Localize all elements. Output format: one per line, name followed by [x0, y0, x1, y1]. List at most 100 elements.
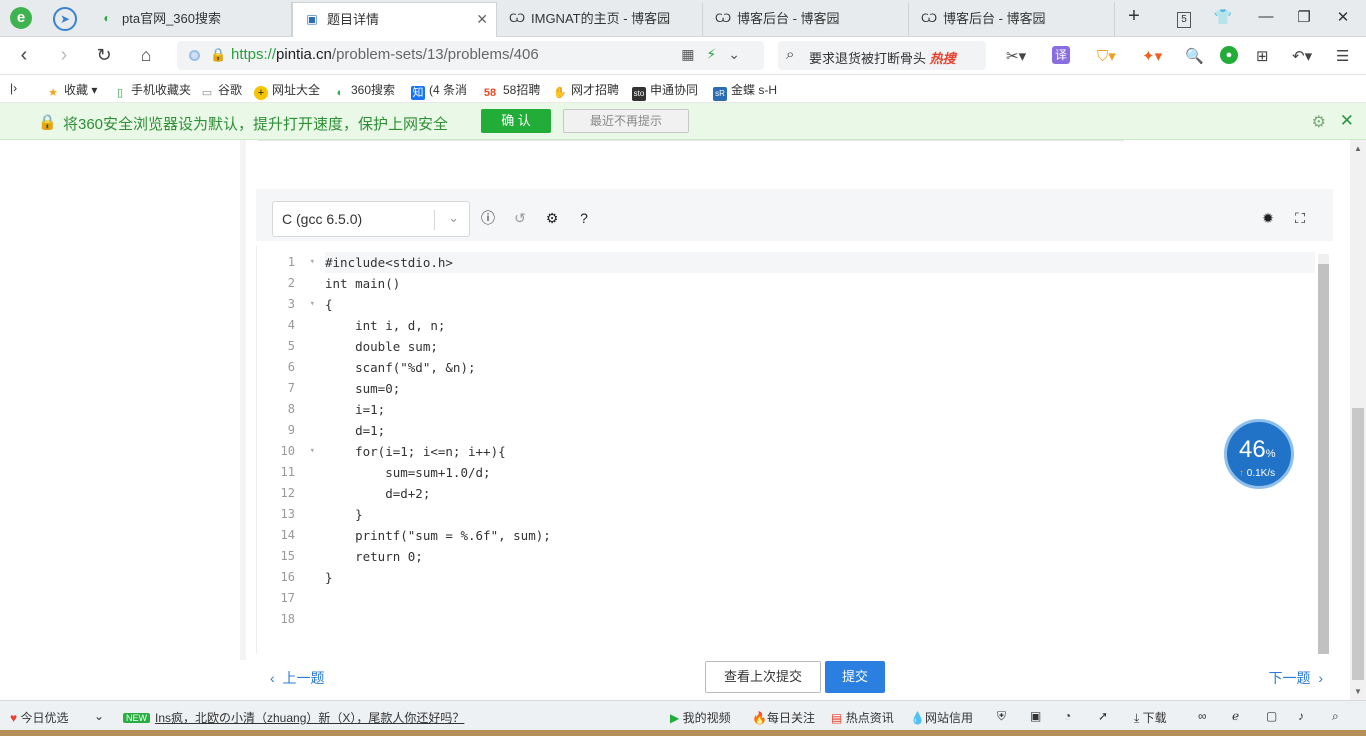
next-problem-link[interactable]: 下一题 ›: [1269, 668, 1323, 688]
qr-icon[interactable]: ▦: [681, 46, 706, 62]
search-input[interactable]: 要求退货被打断骨头: [809, 51, 926, 66]
navigation-icon[interactable]: ➤: [53, 7, 77, 31]
close-icon[interactable]: ✕: [476, 3, 488, 36]
menu-icon[interactable]: ☰: [1336, 47, 1349, 65]
gear-icon[interactable]: ⚙: [1312, 112, 1326, 132]
today-picks[interactable]: ♥ 今日优选: [10, 709, 68, 726]
window-icon[interactable]: ▢: [1266, 709, 1277, 723]
tab-imgnat-home[interactable]: Ѡ IMGNAT的主页 - 博客园: [497, 2, 703, 37]
code-line[interactable]: [325, 588, 1315, 609]
code-line[interactable]: #include<stdio.h>: [325, 252, 1315, 273]
code-line[interactable]: for(i=1; i<=n; i++){: [325, 441, 1315, 462]
rocket-icon[interactable]: ➚: [1098, 709, 1108, 723]
new-tab-icon[interactable]: +: [1122, 5, 1146, 28]
image-icon[interactable]: ▣: [1030, 709, 1041, 723]
debug-icon[interactable]: ✹: [1259, 209, 1277, 227]
minimize-icon[interactable]: —: [1254, 8, 1278, 25]
code-line[interactable]: scanf("%d", &n);: [325, 357, 1315, 378]
apps-grid-icon[interactable]: ⊞: [1256, 47, 1269, 65]
site-info-icon[interactable]: [189, 50, 200, 61]
code-line[interactable]: }: [325, 567, 1315, 588]
view-last-submission-button[interactable]: 查看上次提交: [705, 661, 821, 693]
home-icon[interactable]: ⌂: [134, 44, 158, 68]
settings-icon[interactable]: ⚙: [543, 209, 561, 227]
page-scrollbar[interactable]: ▲ ▼: [1350, 140, 1366, 700]
browser-ie-icon[interactable]: ℯ: [1232, 709, 1239, 723]
code-editor[interactable]: 1 ▾ 2 3 ▾ 4 5 6 7 8 9 10 ▾ 11 12 13 14 15 16 17 18 #include<…: [256, 246, 1333, 654]
fold-arrow-icon[interactable]: ▾: [310, 252, 315, 273]
history-icon[interactable]: ↺: [511, 209, 529, 227]
glasses-icon[interactable]: ∞: [1198, 709, 1207, 723]
wechat-icon[interactable]: ●: [1220, 46, 1238, 64]
code-line[interactable]: return 0;: [325, 546, 1315, 567]
site-credit[interactable]: 💧网站信用: [910, 709, 973, 726]
volume-icon[interactable]: ♪: [1298, 709, 1304, 723]
tab-blog-backend-1[interactable]: Ѡ 博客后台 - 博客园: [703, 2, 909, 37]
scroll-down-icon[interactable]: ▼: [1354, 687, 1362, 696]
address-bar[interactable]: 🔒 https://pintia.cn/problem-sets/13/prob…: [177, 41, 764, 70]
code-line[interactable]: i=1;: [325, 399, 1315, 420]
translate-icon[interactable]: 译: [1052, 46, 1070, 64]
bookmark-favorites[interactable]: ★ 收藏 ▾: [46, 81, 97, 100]
bookmark-wangcai[interactable]: ✋ 网才招聘: [553, 81, 619, 100]
code-line[interactable]: int i, d, n;: [325, 315, 1315, 336]
reload-icon[interactable]: ↻: [92, 44, 116, 68]
speedometer-icon[interactable]: ◔: [1064, 709, 1071, 723]
editor-scrollbar[interactable]: [1318, 254, 1329, 654]
bookmark-360-search[interactable]: ◐ 360搜索: [333, 81, 395, 100]
tab-count-button[interactable]: 5: [1172, 9, 1196, 28]
address-bar-actions[interactable]: ▦⚡⌄: [681, 46, 752, 63]
code-line[interactable]: {: [325, 294, 1315, 315]
submit-button[interactable]: 提交: [825, 661, 885, 693]
maximize-icon[interactable]: ❐: [1292, 8, 1316, 26]
code-line[interactable]: double sum;: [325, 336, 1315, 357]
hot-news[interactable]: ▤ 热点资讯: [831, 709, 894, 726]
browser-logo-icon[interactable]: e: [10, 7, 32, 29]
scissors-icon[interactable]: ✂▾: [1006, 47, 1026, 65]
previous-problem-link[interactable]: ‹ 上一题: [270, 668, 324, 688]
chevron-down-icon[interactable]: ⌄: [94, 709, 104, 723]
help-icon[interactable]: ?: [575, 209, 593, 227]
code-line[interactable]: [325, 609, 1315, 630]
page-scrollbar-thumb[interactable]: [1352, 408, 1364, 680]
search-box[interactable]: ⌕ 要求退货被打断骨头 热搜: [778, 41, 986, 70]
speed-mode-icon[interactable]: ⚡: [706, 46, 728, 62]
magnifier-icon[interactable]: 🔍: [1185, 47, 1204, 65]
download-button[interactable]: ⤓ 下载: [1134, 709, 1167, 726]
fold-arrow-icon[interactable]: ▾: [310, 441, 315, 462]
wallet-icon[interactable]: ⛉▾: [1097, 47, 1116, 65]
bookmark-mobile[interactable]: ▯ 手机收藏夹: [113, 81, 191, 100]
bookmark-zhihu[interactable]: 知 (4 条消: [411, 81, 469, 100]
language-select[interactable]: C (gcc 6.5.0) ⌄: [272, 201, 470, 237]
daily-follow[interactable]: 🔥每日关注: [752, 709, 815, 726]
close-window-icon[interactable]: ✕: [1331, 8, 1355, 26]
shield-icon[interactable]: ⛨: [997, 709, 1006, 724]
skin-icon[interactable]: 👕: [1211, 8, 1235, 26]
forward-icon[interactable]: ›: [52, 44, 76, 68]
close-icon[interactable]: ✕: [1340, 111, 1354, 131]
undo-icon[interactable]: ↶▾: [1292, 47, 1312, 65]
bookmark-58-jobs[interactable]: 58 58招聘: [481, 81, 540, 100]
bookmark-google[interactable]: ▭ 谷歌: [200, 81, 242, 100]
scrollbar-thumb[interactable]: [1318, 264, 1329, 654]
url-text[interactable]: https://pintia.cn/problem-sets/13/proble…: [231, 46, 539, 63]
bookmark-url-directory[interactable]: + 网址大全: [254, 81, 320, 100]
my-videos[interactable]: ▶ 我的视频: [670, 709, 731, 726]
code-lines[interactable]: #include<stdio.h> int main(){ int i, d, n…: [325, 252, 1315, 630]
confirm-button[interactable]: 确 认: [481, 109, 551, 133]
bookmark-kingdee[interactable]: sR 金蝶 s-H: [713, 81, 783, 101]
code-line[interactable]: d=1;: [325, 420, 1315, 441]
network-speed-widget[interactable]: 46% ↑ 0.1K/s: [1224, 419, 1294, 489]
tab-problem-detail[interactable]: ▣ 题目详情 ✕: [292, 2, 497, 38]
game-icon[interactable]: ✦▾: [1142, 47, 1162, 65]
bookmark-sto[interactable]: sto 申通协同: [632, 81, 700, 101]
news-headline-link[interactable]: NEW Ins疯，北欧の小清（zhuang）新（X），尾款人你还好吗？: [123, 709, 464, 726]
zoom-icon[interactable]: ⌕: [1332, 709, 1339, 724]
code-line[interactable]: }: [325, 504, 1315, 525]
code-line[interactable]: printf("sum = %.6f", sum);: [325, 525, 1315, 546]
tab-pta-search[interactable]: ◐ pta官网_360搜索: [88, 2, 292, 37]
code-line[interactable]: int main(): [325, 273, 1315, 294]
code-line[interactable]: sum=0;: [325, 378, 1315, 399]
bookmarks-toggle-icon[interactable]: |›: [10, 81, 17, 95]
back-icon[interactable]: ‹: [12, 44, 36, 68]
